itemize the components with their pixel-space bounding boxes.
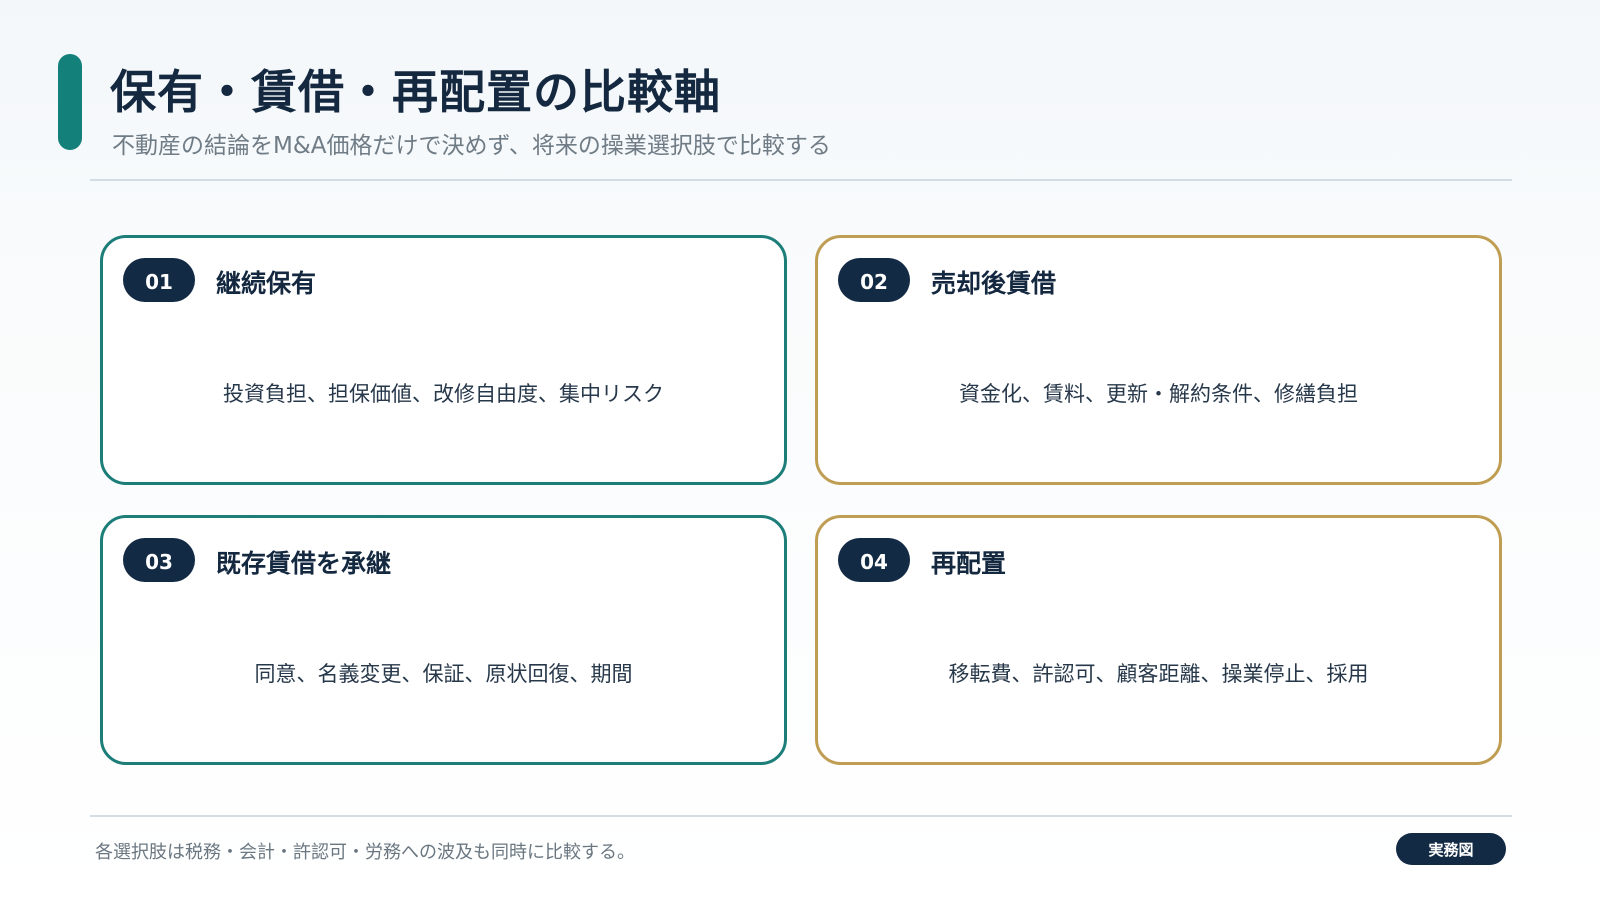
title-accent-bar <box>58 54 82 150</box>
option-card-relocation: 04 再配置 移転費、許認可、顧客距離、操業停止、採用 <box>815 515 1502 765</box>
card-title: 継続保有 <box>216 269 317 298</box>
header-divider <box>90 179 1512 181</box>
page-subtitle: 不動産の結論をM&A価格だけで決めず、将来の操業選択肢で比較する <box>112 133 831 159</box>
card-title: 既存賃借を承継 <box>216 549 392 578</box>
option-card-assume-lease: 03 既存賃借を承継 同意、名義変更、保証、原状回復、期間 <box>100 515 787 765</box>
card-description: 同意、名義変更、保証、原状回復、期間 <box>254 662 633 686</box>
footer-note: 各選択肢は税務・会計・許認可・労務への波及も同時に比較する。 <box>95 842 635 863</box>
card-description: 投資負担、担保価値、改修自由度、集中リスク <box>223 382 664 406</box>
card-title: 売却後賃借 <box>931 269 1057 298</box>
option-card-sale-leaseback: 02 売却後賃借 資金化、賃料、更新・解約条件、修繕負担 <box>815 235 1502 485</box>
card-description: 移転費、許認可、顧客距離、操業停止、採用 <box>948 662 1369 686</box>
category-badge: 実務図 <box>1396 833 1506 865</box>
card-number-badge: 04 <box>838 538 910 582</box>
card-description: 資金化、賃料、更新・解約条件、修繕負担 <box>959 382 1358 406</box>
card-number-badge: 03 <box>123 538 195 582</box>
option-card-continue-ownership: 01 継続保有 投資負担、担保価値、改修自由度、集中リスク <box>100 235 787 485</box>
card-title: 再配置 <box>931 549 1007 578</box>
card-number-badge: 01 <box>123 258 195 302</box>
card-number-badge: 02 <box>838 258 910 302</box>
footer-divider <box>90 815 1512 817</box>
page-title: 保有・賃借・再配置の比較軸 <box>110 65 721 119</box>
